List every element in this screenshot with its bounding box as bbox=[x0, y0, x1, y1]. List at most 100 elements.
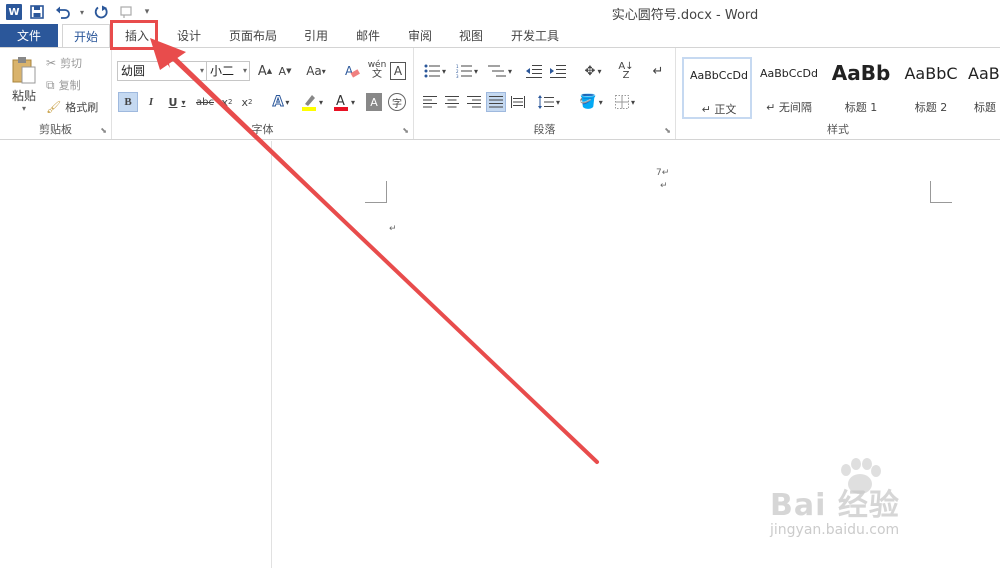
paste-icon bbox=[12, 57, 36, 84]
character-border-button[interactable]: A bbox=[390, 62, 406, 80]
change-case-button[interactable]: Aa ▾ bbox=[302, 61, 330, 81]
borders-icon bbox=[614, 95, 629, 109]
align-right-icon[interactable] bbox=[464, 92, 484, 112]
sort-button[interactable]: A↓ Z bbox=[616, 61, 636, 81]
bullets-button[interactable]: ▾ bbox=[420, 61, 450, 81]
show-formatting-marks-icon[interactable]: ↵ bbox=[648, 61, 668, 81]
style-heading-2[interactable]: AaBbC 标题 2 bbox=[896, 57, 966, 119]
phonetic-guide-button[interactable]: wén 文 bbox=[366, 58, 388, 82]
styles-group-label: 样式 bbox=[827, 123, 849, 136]
paintbrush-icon: 🖌 bbox=[46, 100, 62, 114]
tab-references[interactable]: 引用 bbox=[296, 24, 336, 48]
tab-design[interactable]: 设计 bbox=[166, 24, 212, 48]
style-normal[interactable]: AaBbCcDd ↵ 正文 bbox=[682, 57, 752, 119]
line-spacing-button[interactable]: ▾ bbox=[534, 92, 564, 112]
style-heading-1-sample: AaBb bbox=[831, 61, 891, 85]
style-normal-name: ↵ 正文 bbox=[701, 103, 737, 116]
tab-developer[interactable]: 开发工具 bbox=[504, 24, 566, 48]
undo-icon[interactable] bbox=[52, 2, 74, 22]
justify-icon[interactable] bbox=[486, 92, 506, 112]
paint-bucket-icon: 🪣 bbox=[579, 94, 597, 110]
numbering-icon: 123 bbox=[456, 64, 472, 78]
cut-label: 剪切 bbox=[60, 57, 83, 70]
numbering-button[interactable]: 1 2 3 ▾ bbox=[452, 61, 482, 81]
chinese-layout-button[interactable]: ✥ ▾ bbox=[578, 61, 608, 81]
font-name-select[interactable]: 幼圆 ▾ bbox=[117, 61, 207, 81]
multilevel-list-button[interactable]: ▾ bbox=[484, 61, 516, 81]
style-title-sample: AaB bbox=[968, 64, 1000, 83]
paragraph-launcher-icon[interactable]: ⬊ bbox=[664, 126, 671, 135]
word-app-icon[interactable]: W bbox=[6, 4, 22, 20]
tab-review[interactable]: 审阅 bbox=[400, 24, 440, 48]
tab-page-layout[interactable]: 页面布局 bbox=[222, 24, 284, 48]
paragraph-group-label: 段落 bbox=[533, 123, 556, 136]
style-heading-1[interactable]: AaBb 标题 1 bbox=[826, 57, 896, 119]
format-painter-button[interactable]: 🖌 格式刷 bbox=[46, 98, 98, 116]
tab-mailings[interactable]: 邮件 bbox=[348, 24, 388, 48]
style-no-spacing-sample: AaBbCcDd bbox=[760, 67, 818, 80]
shrink-font-button[interactable]: A ▼ bbox=[276, 61, 294, 81]
style-heading-2-sample: AaBbC bbox=[904, 64, 958, 83]
font-launcher-icon[interactable]: ⬊ bbox=[402, 126, 409, 135]
customize-icon[interactable] bbox=[116, 2, 138, 22]
character-shading-button[interactable]: A bbox=[366, 93, 382, 111]
shading-button[interactable]: 🪣 ▾ bbox=[576, 92, 606, 112]
bullets-icon bbox=[424, 64, 440, 78]
redo-icon[interactable] bbox=[90, 2, 112, 22]
margin-corner-top-left bbox=[365, 181, 387, 203]
navigation-pane bbox=[0, 141, 272, 568]
paragraph-mark-3: ↵ bbox=[389, 224, 397, 234]
superscript-button[interactable]: x2 bbox=[238, 92, 256, 112]
subscript-button[interactable]: x2 bbox=[218, 92, 236, 112]
change-case-label: Aa bbox=[306, 64, 322, 78]
align-left-icon[interactable] bbox=[420, 92, 440, 112]
font-size-value: 小二 bbox=[210, 64, 235, 78]
text-effects-button[interactable]: A ▾ bbox=[268, 92, 294, 112]
font-color-icon: A bbox=[333, 94, 348, 111]
style-no-spacing[interactable]: AaBbCcDd ↵ 无间隔 bbox=[754, 57, 824, 119]
style-title[interactable]: AaB 标题 bbox=[966, 57, 1000, 119]
font-group: 幼圆 ▾ 小二 ▾ A ▲ A ▼ Aa ▾ A wén 文 A B I U ▾ abc… bbox=[112, 48, 414, 139]
enclose-characters-button[interactable]: 字 bbox=[388, 93, 406, 111]
watermark-brand: Bai 经验 bbox=[770, 488, 900, 523]
align-center-icon[interactable] bbox=[442, 92, 462, 112]
qat-more-icon[interactable]: ▾ bbox=[142, 2, 152, 22]
bold-button[interactable]: B bbox=[118, 92, 138, 112]
clear-formatting-icon[interactable]: A bbox=[342, 61, 362, 81]
window-title: 实心圆符号.docx - Word bbox=[611, 8, 759, 23]
paragraph-mark-2: ↵ bbox=[660, 181, 668, 191]
paragraph-group: ▾ 1 2 3 ▾ ▾ ✥ ▾ A↓ Z ↵ ▾ 🪣 ▾ ▾ 段落 ⬊ bbox=[414, 48, 676, 139]
chinese-layout-icon: ✥ bbox=[584, 63, 596, 79]
tab-view[interactable]: 视图 bbox=[451, 24, 491, 48]
cut-button[interactable]: ✂ 剪切 bbox=[46, 54, 82, 72]
clipboard-launcher-icon[interactable]: ⬊ bbox=[100, 126, 107, 135]
underline-button[interactable]: U ▾ bbox=[164, 92, 190, 112]
tab-file[interactable]: 文件 bbox=[0, 24, 58, 48]
strikethrough-button[interactable]: abc bbox=[194, 92, 216, 112]
style-heading-2-name: 标题 2 bbox=[914, 101, 948, 114]
text-effects-icon: A bbox=[272, 94, 284, 111]
grow-font-button[interactable]: A ▲ bbox=[256, 61, 274, 81]
increase-indent-icon[interactable] bbox=[548, 61, 568, 81]
paste-button[interactable]: 粘贴 ▾ bbox=[8, 54, 40, 114]
highlight-button[interactable]: ▾ bbox=[298, 92, 326, 112]
styles-group: AaBbCcDd ↵ 正文 AaBbCcDd ↵ 无间隔 AaBb 标题 1 A… bbox=[676, 48, 1000, 139]
italic-button[interactable]: I bbox=[142, 92, 160, 112]
font-color-button[interactable]: A ▾ bbox=[330, 92, 358, 112]
tab-home[interactable]: 开始 bbox=[62, 24, 110, 48]
decrease-indent-icon[interactable] bbox=[524, 61, 544, 81]
undo-dropdown-icon[interactable]: ▾ bbox=[78, 2, 86, 22]
font-size-select[interactable]: 小二 ▾ bbox=[206, 61, 250, 81]
borders-button[interactable]: ▾ bbox=[610, 92, 640, 112]
distributed-icon[interactable] bbox=[508, 92, 528, 112]
baidu-watermark: Bai 经验 jingyan.baidu.com bbox=[770, 458, 970, 550]
paste-dropdown-icon[interactable]: ▾ bbox=[22, 104, 26, 113]
font-size-dropdown-icon: ▾ bbox=[242, 66, 247, 75]
scissors-icon: ✂ bbox=[46, 56, 57, 70]
save-icon[interactable] bbox=[26, 2, 48, 22]
watermark-url: jingyan.baidu.com bbox=[770, 522, 900, 538]
svg-text:A: A bbox=[336, 94, 345, 109]
font-name-value: 幼圆 bbox=[121, 64, 146, 78]
style-no-spacing-name: ↵ 无间隔 bbox=[766, 101, 812, 114]
copy-button[interactable]: ⧉ 复制 bbox=[46, 76, 81, 94]
